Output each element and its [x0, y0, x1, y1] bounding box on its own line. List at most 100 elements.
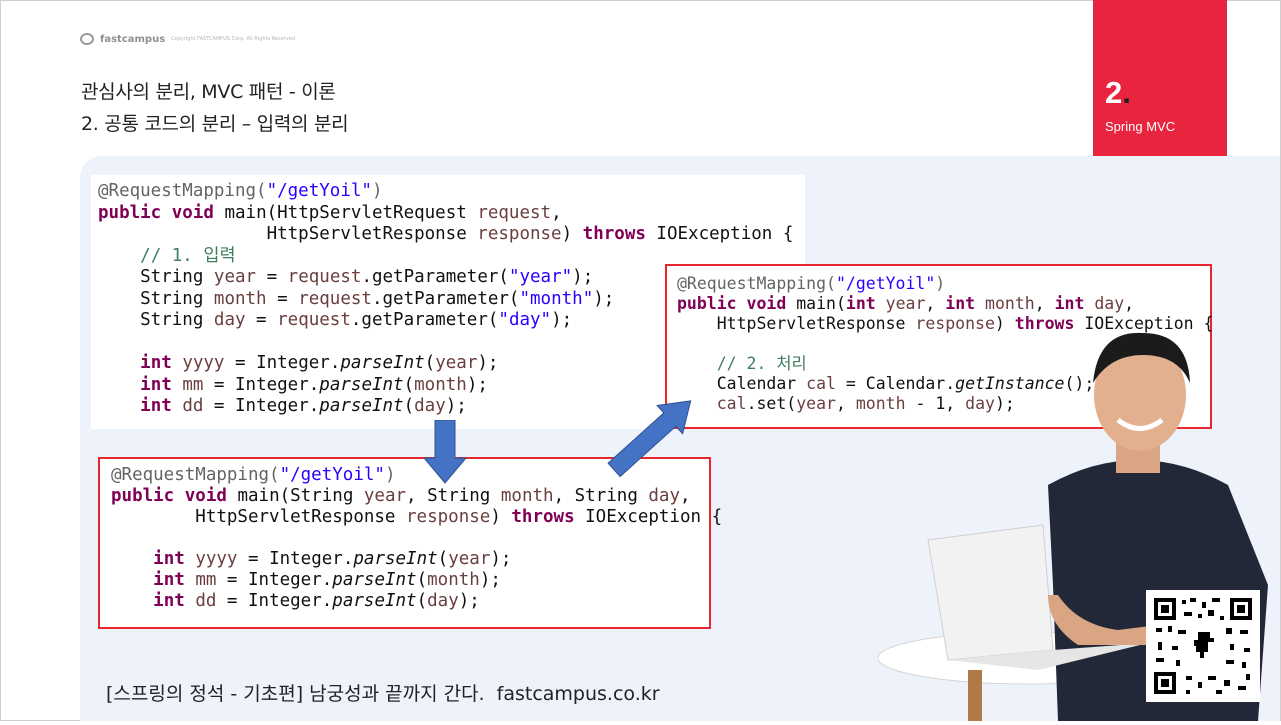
code-token: = [266, 288, 299, 309]
code-token: ); [479, 570, 501, 590]
code-line: int yyyy = Integer.parseInt(year); [111, 549, 709, 570]
brand-name: fastcampus [100, 33, 166, 45]
code-line: HttpServletResponse response) throws IOE… [98, 224, 805, 246]
code-token: "year" [508, 267, 573, 287]
code-token: mm [195, 570, 217, 590]
code-token: , [680, 486, 691, 506]
code-token: year [363, 486, 407, 506]
code-line: public void main(int year, int month, in… [677, 294, 1210, 314]
code-line: public void main(HttpServletRequest requ… [98, 203, 805, 225]
code-token: main(HttpServletRequest [213, 202, 478, 223]
course-title: [스프링의 정석 - 기초편] 남궁성과 끝까지 간다. [106, 683, 485, 705]
code-token: throws [582, 224, 646, 244]
brand-logo: fastcampus Copyright FASTCAMPUS Corp. Al… [80, 33, 295, 45]
code-token: year [448, 549, 491, 569]
code-token: int [1054, 294, 1085, 313]
code-token: request [277, 310, 351, 330]
code-token: parseInt [353, 549, 438, 569]
code-token: ( [403, 396, 415, 416]
code-token: mm [182, 374, 204, 395]
code-token: int [845, 294, 876, 313]
code-token: void [171, 202, 214, 223]
code-token: "/getYoil" [266, 181, 372, 201]
code-token: request [298, 288, 372, 309]
code-token: = Integer. [203, 374, 320, 395]
code-token: = Integer. [216, 570, 333, 590]
code-token: ); [593, 288, 615, 309]
code-token: day [427, 591, 459, 611]
code-token: , [925, 294, 946, 313]
code-token: int [140, 353, 172, 373]
code-line: public void main(String year, String mon… [111, 486, 709, 507]
code-token: ) [561, 224, 583, 244]
code-token: ) [371, 181, 383, 201]
code-line: int mm = Integer.parseInt(month); [111, 570, 709, 591]
code-token: month [427, 570, 480, 590]
code-token: yyyy [182, 353, 225, 373]
code-token: ) [490, 507, 512, 527]
code-token: @RequestMapping( [111, 465, 280, 485]
code-token: @RequestMapping( [677, 274, 836, 293]
code-token: // 1. 입력 [140, 245, 236, 266]
code-token: , String [553, 486, 649, 506]
code-token: yyyy [195, 549, 238, 569]
code-token: ); [458, 591, 480, 611]
code-token: .getParameter( [350, 310, 499, 330]
code-token: = Integer. [237, 549, 354, 569]
code-token: void [746, 294, 787, 313]
code-token: response [406, 507, 491, 527]
code-block-separated-input: @RequestMapping("/getYoil") public void m… [98, 457, 722, 629]
code-token: parseInt [332, 591, 417, 611]
slide-title: 관심사의 분리, MVC 패턴 - 이론 [81, 81, 336, 103]
code-token: = Integer. [203, 396, 320, 416]
code-token: request [287, 267, 362, 287]
code-token: ) [384, 465, 396, 485]
qr-code [1146, 590, 1260, 702]
code-token: dd [195, 591, 217, 611]
arrow-down-icon [422, 419, 468, 488]
code-token: day [414, 396, 446, 416]
code-token: int [945, 294, 976, 313]
code-token: response [477, 224, 562, 244]
section-subtitle: Spring MVC [1105, 119, 1176, 134]
code-token: public [111, 486, 175, 506]
code-line: @RequestMapping("/getYoil") [98, 181, 805, 203]
code-token: cal [716, 394, 747, 413]
code-token: parseInt [340, 353, 425, 373]
code-token: parseInt [319, 396, 404, 416]
code-token: String [98, 267, 214, 287]
code-token: throws [511, 507, 575, 527]
code-token: int [153, 591, 185, 611]
code-token: IOException { [645, 224, 794, 244]
code-token: parseInt [332, 570, 417, 590]
code-token: request [477, 202, 552, 223]
fastcampus-logo-icon [80, 33, 94, 45]
code-token: "/getYoil" [279, 465, 385, 485]
copyright-text: Copyright FASTCAMPUS Corp. All Rights Re… [171, 36, 295, 42]
code-token: year [796, 394, 836, 413]
code-token: year [213, 267, 257, 287]
site-url: fastcampus.co.kr [496, 683, 660, 705]
code-token: @RequestMapping( [98, 181, 267, 201]
code-token: .set( [746, 394, 797, 413]
code-token: parseInt [319, 374, 404, 395]
code-token: int [153, 549, 185, 569]
code-token: day [1094, 294, 1125, 313]
code-token: "day" [498, 310, 552, 330]
arrow-diagonal-icon [605, 388, 705, 482]
code-token: .getParameter( [371, 288, 520, 309]
